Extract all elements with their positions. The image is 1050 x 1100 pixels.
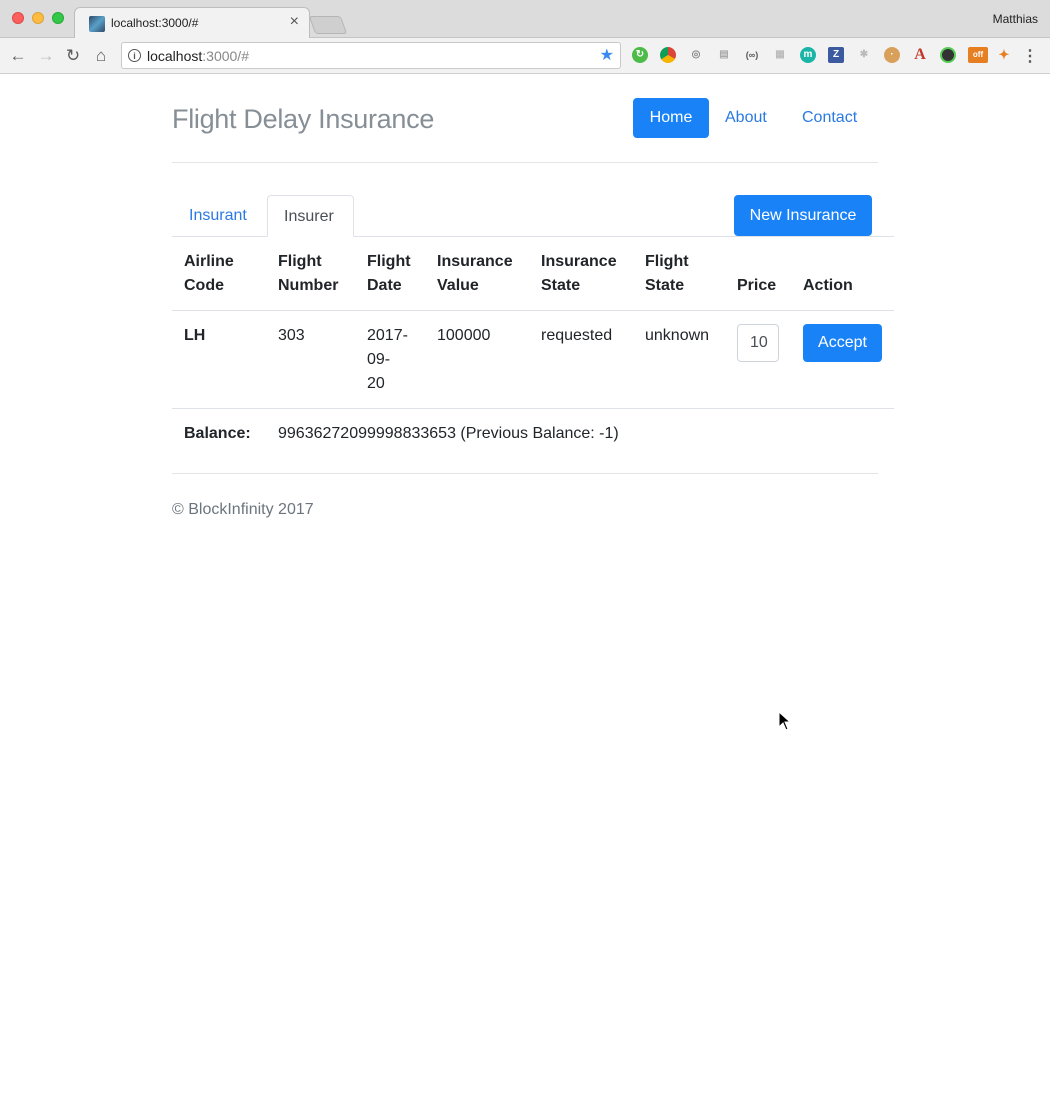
extension-grid-icon[interactable]: ▤ [716,47,732,63]
extension-fox-icon[interactable]: ✦ [996,47,1012,63]
header-flight-state: Flight State [645,250,689,298]
back-icon[interactable]: ← [8,46,28,66]
cell-flight-number: 303 [278,327,305,344]
extension-link-icon[interactable]: (∞) [744,47,760,63]
menu-icon[interactable]: ⋮ [1022,46,1038,66]
header-airline-code: Airline Code [184,250,234,298]
tab-title: localhost:3000/# [111,16,199,30]
header-line: Value [437,277,479,294]
extension-green-icon[interactable]: ↻ [632,47,648,63]
info-icon[interactable]: i [128,49,141,62]
header-flight-number: Flight Number [278,250,338,298]
header-line: Flight [367,253,411,270]
extension-cookie-icon[interactable]: · [884,47,900,63]
header-line: Number [278,277,339,294]
cell-airline-code: LH [184,327,206,344]
extension-circle-icon[interactable] [940,47,956,63]
favicon-icon [89,16,105,32]
header-line: State [541,277,581,294]
header-line: State [645,277,685,294]
extension-off-icon[interactable]: off [968,47,988,63]
header-line: Airline [184,253,234,270]
brand-title: Flight Delay Insurance [172,104,435,134]
browser-toolbar: ← → ↻ ⌂ i localhost:3000/# ★ ↻ ◎ ▤ (∞) ▦… [0,38,1050,74]
url-path: :3000/# [202,48,249,64]
extension-eye-icon[interactable]: ◎ [688,47,704,63]
header-line: Flight [278,253,322,270]
accept-button[interactable]: Accept [803,324,882,362]
extension-gear-icon[interactable]: ✱ [856,47,872,63]
balance-label: Balance: [184,425,251,442]
minimize-window-button[interactable] [32,12,44,24]
cell-insurance-value: 100000 [437,327,491,344]
forward-icon[interactable]: → [36,46,56,66]
tab-insurer[interactable]: Insurer [267,195,354,237]
cell-insurance-state: requested [541,327,613,344]
footer-divider [172,473,878,474]
extension-box-icon[interactable]: ▦ [772,47,788,63]
star-icon[interactable]: ★ [600,45,614,65]
url-text[interactable]: localhost:3000/# [147,48,249,64]
extension-z-icon[interactable]: Z [828,47,844,63]
header-price: Price [737,277,777,294]
mouse-cursor-icon [778,711,792,731]
cell-flight-date: 2017- 09- 20 [367,324,408,396]
nav-contact-link[interactable]: Contact [786,98,873,138]
date-line: 09- [367,351,391,368]
new-tab-button[interactable] [308,16,348,34]
new-insurance-button[interactable]: New Insurance [734,195,872,236]
nav-about-link[interactable]: About [709,98,783,138]
extension-chrome-icon[interactable] [660,47,676,63]
header-divider [172,162,878,163]
header-insurance-value: Insurance Value [437,250,513,298]
date-line: 20 [367,375,385,392]
browser-tab[interactable]: localhost:3000/# × [74,7,310,39]
header-line: Insurance [437,253,513,270]
close-window-button[interactable] [12,12,24,24]
footer-copyright: © BlockInfinity 2017 [172,501,314,518]
extension-a-icon[interactable]: A [912,47,928,63]
header-line: Code [184,277,224,294]
maximize-window-button[interactable] [52,12,64,24]
date-line: 2017- [367,327,408,344]
header-line: Flight [645,253,689,270]
cell-flight-state: unknown [645,327,710,344]
table-header-divider [172,310,894,311]
home-icon[interactable]: ⌂ [91,46,111,66]
price-input[interactable]: 10 [737,324,779,362]
profile-name[interactable]: Matthias [993,12,1038,26]
header-insurance-state: Insurance State [541,250,617,298]
reload-icon[interactable]: ↻ [63,46,83,66]
tab-close-icon[interactable]: × [290,13,299,30]
header-line: Insurance [541,253,617,270]
table-row-divider [172,408,894,409]
url-host: localhost [147,48,203,64]
tab-insurant[interactable]: Insurant [173,195,263,237]
extension-m-icon[interactable]: m [800,47,816,63]
browser-titlebar: localhost:3000/# × Matthias [0,0,1050,39]
address-bar[interactable]: i localhost:3000/# ★ [121,42,621,69]
header-line: Date [367,277,402,294]
header-action: Action [803,277,853,294]
balance-value: 99636272099998833653 (Previous Balance: … [278,425,619,442]
header-flight-date: Flight Date [367,250,411,298]
nav-home-link[interactable]: Home [633,98,709,138]
